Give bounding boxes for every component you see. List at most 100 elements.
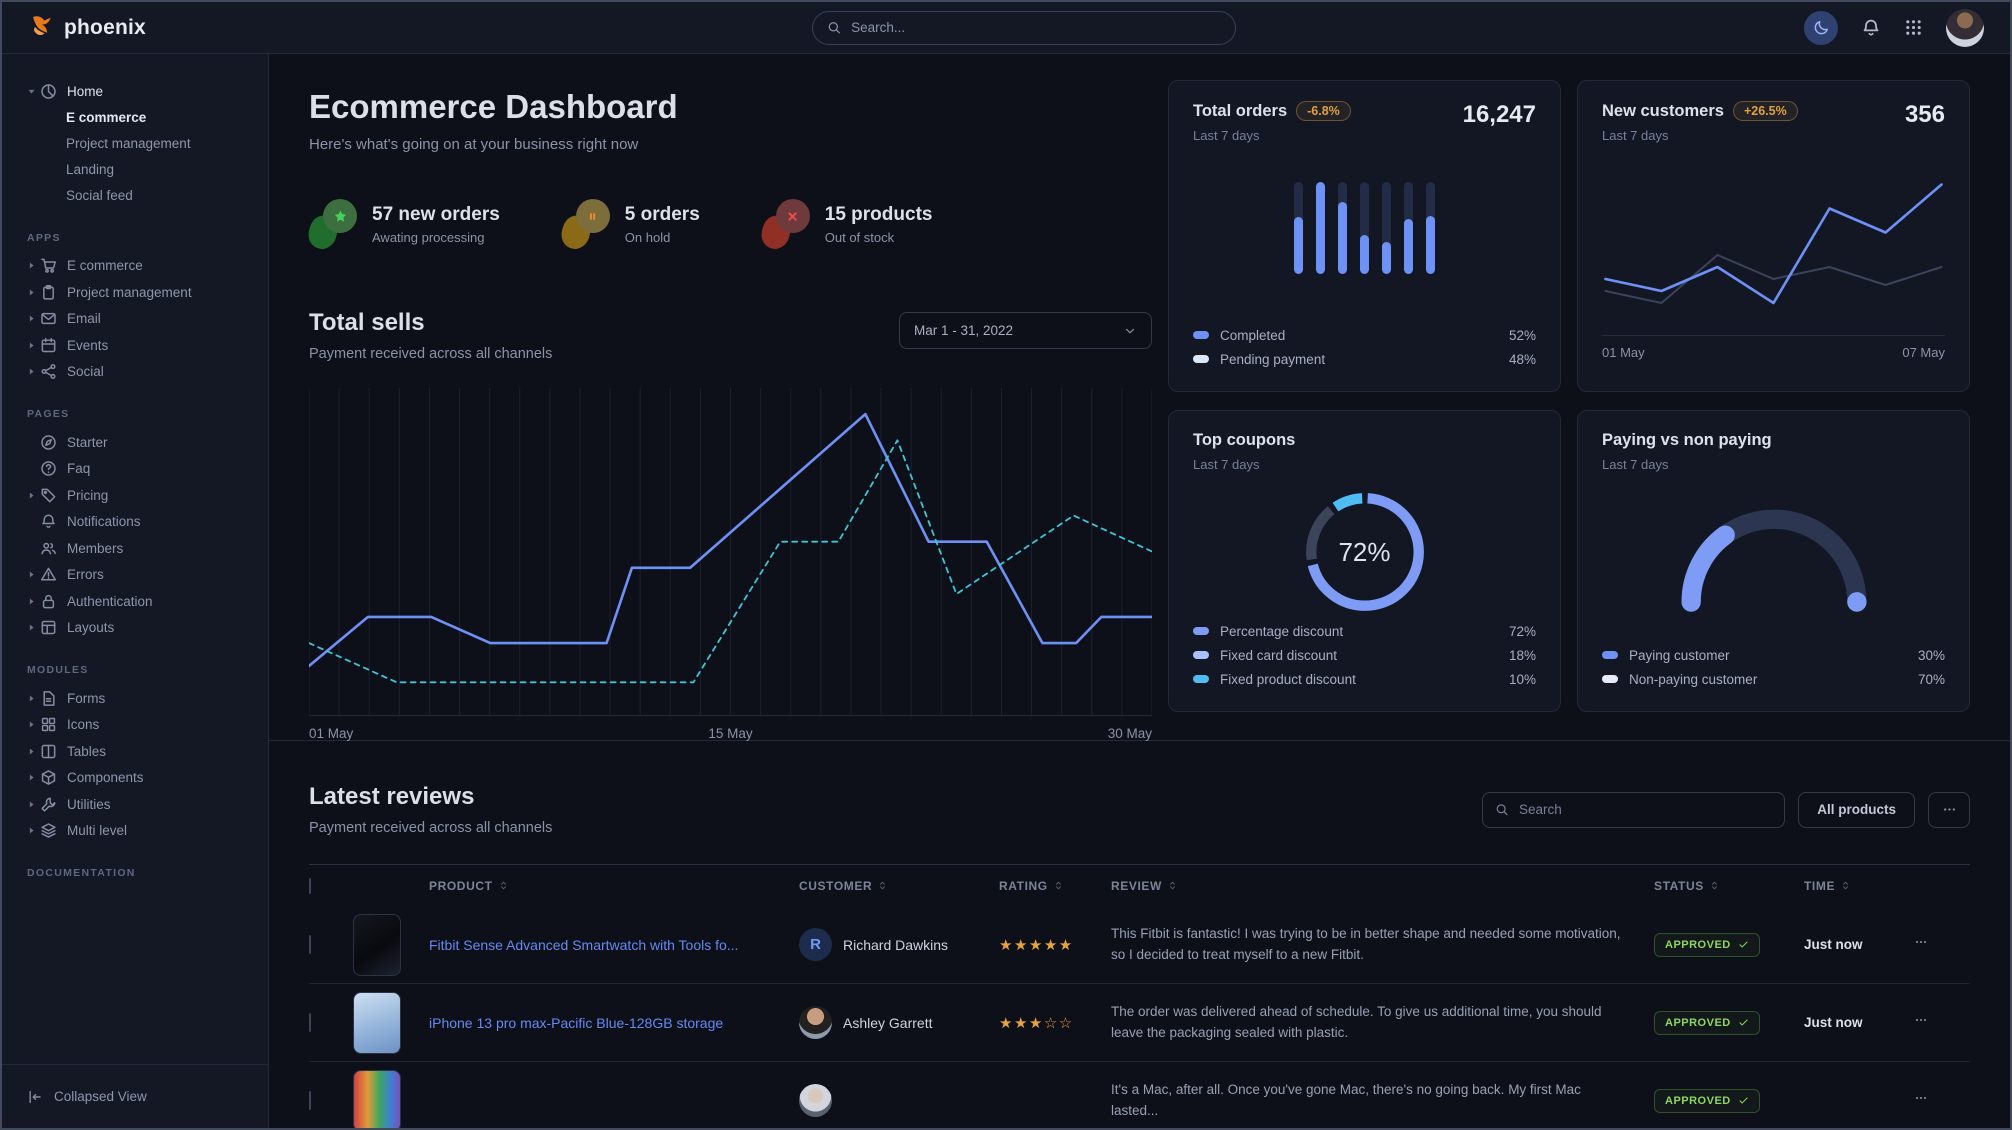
sidebar-item-email[interactable]: Email [2, 306, 268, 333]
table-row: Fitbit Sense Advanced Smartwatch with To… [309, 906, 1970, 984]
reviews-more-button[interactable] [1928, 792, 1970, 828]
trend-badge: -6.8% [1296, 101, 1351, 121]
sidebar-item-ecommerce-app[interactable]: E commerce [2, 253, 268, 280]
sidebar-item-ecommerce[interactable]: E commerce [2, 105, 268, 131]
new-orders-icon [309, 199, 357, 249]
moon-icon [1813, 19, 1830, 36]
sidebar-item-utilities[interactable]: Utilities [2, 791, 268, 818]
status-badge: APPROVED [1654, 933, 1760, 957]
top-coupons-card: Top coupons Last 7 days 72% Percentage d… [1168, 410, 1561, 712]
row-menu-button[interactable] [1914, 1013, 1928, 1030]
collapse-sidebar-button[interactable]: Collapsed View [2, 1064, 268, 1128]
search-icon [827, 20, 841, 35]
quick-stats: 57 new orders Awating processing 5 order… [309, 199, 1152, 249]
row-checkbox[interactable] [309, 1091, 311, 1110]
order-bar [1294, 182, 1303, 274]
column-header-review[interactable]: REVIEW [1111, 879, 1654, 893]
sidebar-item-social-feed[interactable]: Social feed [2, 183, 268, 209]
coupons-donut-chart: 72% [1299, 486, 1431, 618]
caret-right-icon [26, 366, 40, 377]
notifications-button[interactable] [1861, 18, 1881, 38]
ellipsis-icon [1914, 1091, 1928, 1105]
order-bar [1426, 182, 1435, 274]
columns-icon [40, 743, 57, 760]
sidebar-item-events[interactable]: Events [2, 332, 268, 359]
global-search-input[interactable] [851, 20, 1221, 35]
product-thumbnail[interactable] [353, 992, 401, 1054]
sidebar-section-pages: PAGES [2, 408, 268, 420]
bell-icon [40, 513, 57, 530]
product-thumbnail[interactable] [353, 914, 401, 976]
sidebar-item-multi-level[interactable]: Multi level [2, 818, 268, 845]
caret-right-icon [26, 569, 40, 580]
customer-cell[interactable] [799, 1084, 999, 1117]
paying-gauge-chart [1668, 498, 1880, 614]
sidebar-item-social[interactable]: Social [2, 359, 268, 386]
sort-icon [1840, 880, 1851, 891]
column-header-status[interactable]: STATUS [1654, 879, 1804, 893]
caret-right-icon [26, 799, 40, 810]
legend-item: Percentage discount 72% [1193, 619, 1536, 643]
column-header-customer[interactable]: CUSTOMER [799, 879, 999, 893]
rating-stars: ★★★☆☆ [999, 1014, 1111, 1032]
product-link[interactable]: iPhone 13 pro max-Pacific Blue-128GB sto… [429, 1015, 799, 1031]
sidebar-item-tables[interactable]: Tables [2, 738, 268, 765]
customer-cell[interactable]: R Richard Dawkins [799, 928, 999, 961]
total-sells-title: Total sells [309, 309, 552, 337]
theme-toggle-button[interactable] [1804, 11, 1838, 45]
sidebar-item-faq[interactable]: Faq [2, 456, 268, 483]
apps-grid-button[interactable] [1904, 18, 1923, 37]
sidebar-item-notifications[interactable]: Notifications [2, 509, 268, 536]
sidebar-item-forms[interactable]: Forms [2, 685, 268, 712]
sort-icon [498, 880, 509, 891]
caret-right-icon [26, 260, 40, 271]
sidebar-item-starter[interactable]: Starter [2, 429, 268, 456]
reviews-search-input[interactable] [1519, 802, 1772, 817]
new-customers-chart [1602, 171, 1945, 321]
all-products-button[interactable]: All products [1798, 792, 1915, 828]
sidebar-item-landing[interactable]: Landing [2, 157, 268, 183]
row-menu-button[interactable] [1914, 935, 1928, 952]
reviews-table: PRODUCT CUSTOMER RATING REVIEW STATUS TI… [309, 864, 1970, 1128]
reviews-search[interactable] [1482, 792, 1785, 828]
review-time: Just now [1804, 1015, 1914, 1030]
calendar-icon [40, 337, 57, 354]
product-link[interactable]: Fitbit Sense Advanced Smartwatch with To… [429, 937, 799, 953]
user-avatar[interactable] [1946, 9, 1984, 47]
caret-down-icon [26, 86, 40, 97]
product-thumbnail[interactable] [353, 1070, 401, 1129]
row-checkbox[interactable] [309, 1013, 311, 1032]
sort-icon [1709, 880, 1720, 891]
date-range-select[interactable]: Mar 1 - 31, 2022 [899, 312, 1152, 349]
sidebar-item-project-management-app[interactable]: Project management [2, 279, 268, 306]
sidebar-item-project-management[interactable]: Project management [2, 131, 268, 157]
column-header-product[interactable]: PRODUCT [429, 879, 799, 893]
stat-out-of-stock: 15 products Out of stock [762, 199, 933, 249]
sidebar-item-icons[interactable]: Icons [2, 712, 268, 739]
customer-cell[interactable]: Ashley Garrett [799, 1006, 999, 1039]
caret-right-icon [26, 825, 40, 836]
global-search[interactable] [812, 11, 1236, 45]
row-checkbox[interactable] [309, 935, 311, 954]
customer-avatar [799, 1006, 832, 1039]
sidebar-item-errors[interactable]: Errors [2, 562, 268, 589]
select-all-checkbox[interactable] [309, 878, 311, 894]
order-bar [1360, 182, 1369, 274]
sidebar-item-components[interactable]: Components [2, 765, 268, 792]
sidebar-item-layouts[interactable]: Layouts [2, 615, 268, 642]
layout-icon [40, 619, 57, 636]
sidebar-item-members[interactable]: Members [2, 535, 268, 562]
new-customers-card: New customers +26.5% Last 7 days 356 01 … [1577, 80, 1970, 392]
column-header-rating[interactable]: RATING [999, 879, 1111, 893]
sidebar-item-pricing[interactable]: Pricing [2, 482, 268, 509]
sort-icon [1167, 880, 1178, 891]
sidebar-item-authentication[interactable]: Authentication [2, 588, 268, 615]
brand-logo[interactable]: phoenix [28, 14, 146, 41]
row-menu-button[interactable] [1914, 1091, 1928, 1108]
column-header-time[interactable]: TIME [1804, 879, 1914, 893]
customer-avatar: R [799, 928, 832, 961]
caret-right-icon [26, 693, 40, 704]
status-badge: APPROVED [1654, 1011, 1760, 1035]
sidebar-item-home[interactable]: Home [2, 78, 268, 105]
ellipsis-icon [1914, 935, 1928, 949]
